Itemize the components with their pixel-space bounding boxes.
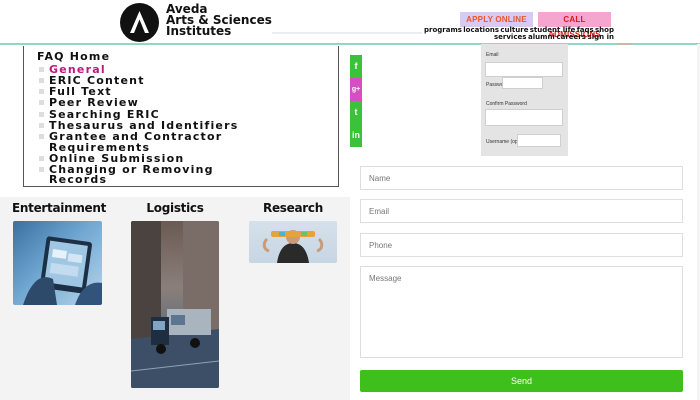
industry-gallery: Entertainment Logistics Research [0,197,350,400]
nav-link-alumni[interactable]: alumni [528,33,555,41]
site-header: Aveda Arts & Sciences Institutes APPLY O… [0,0,700,45]
faq-home-link[interactable]: FAQ Home [37,51,110,62]
nav-link-programs[interactable]: programs [424,26,462,34]
nav-link-sign-in[interactable]: sign in [588,33,614,41]
entertainment-heading: Entertainment [12,201,107,215]
nav-link-careers[interactable]: careers [556,33,585,41]
twitter-icon[interactable]: t [350,101,362,124]
signup-email-label: Email [486,52,499,58]
signup-confirm-label: Confirm Password [486,101,527,107]
header-rule [0,43,700,45]
signup-panel: Email Password Confirm Password Username… [481,44,568,156]
apply-online-button[interactable]: APPLY ONLINE [460,12,533,27]
signup-username-field[interactable] [517,134,561,147]
brand-name-line-3: Institutes [166,24,232,38]
contact-name-input[interactable]: Name [360,166,683,190]
contact-message-textarea[interactable]: Message [360,266,683,358]
aveda-logo-icon[interactable] [120,3,159,42]
google-plus-icon[interactable]: g+ [350,78,362,101]
research-heading: Research [263,201,323,215]
logistics-image[interactable] [131,221,219,388]
signup-password-field[interactable] [502,77,543,89]
send-button[interactable]: Send [360,370,683,392]
linkedin-icon[interactable]: in [350,124,362,147]
research-image[interactable] [249,221,337,263]
decorative-line [618,43,632,45]
faq-item-peer-review[interactable]: Peer Review [39,97,139,108]
faq-item-records[interactable]: Records [49,174,107,185]
signup-email-field[interactable] [485,62,563,77]
nav-link-services[interactable]: services [494,33,526,41]
facebook-icon[interactable]: f [350,55,362,78]
secondary-nav: services alumni careers sign in [494,33,614,41]
contact-email-input[interactable]: Email [360,199,683,223]
logistics-heading: Logistics [146,201,204,215]
header-divider [272,32,422,34]
faq-menu: FAQ Home General ERIC Content Full Text … [23,46,339,187]
contact-phone-input[interactable]: Phone [360,233,683,257]
signup-confirm-field[interactable] [485,109,563,126]
call-admissions-button[interactable]: CALL ADMISSIONS [538,12,611,39]
entertainment-image[interactable] [13,221,102,305]
